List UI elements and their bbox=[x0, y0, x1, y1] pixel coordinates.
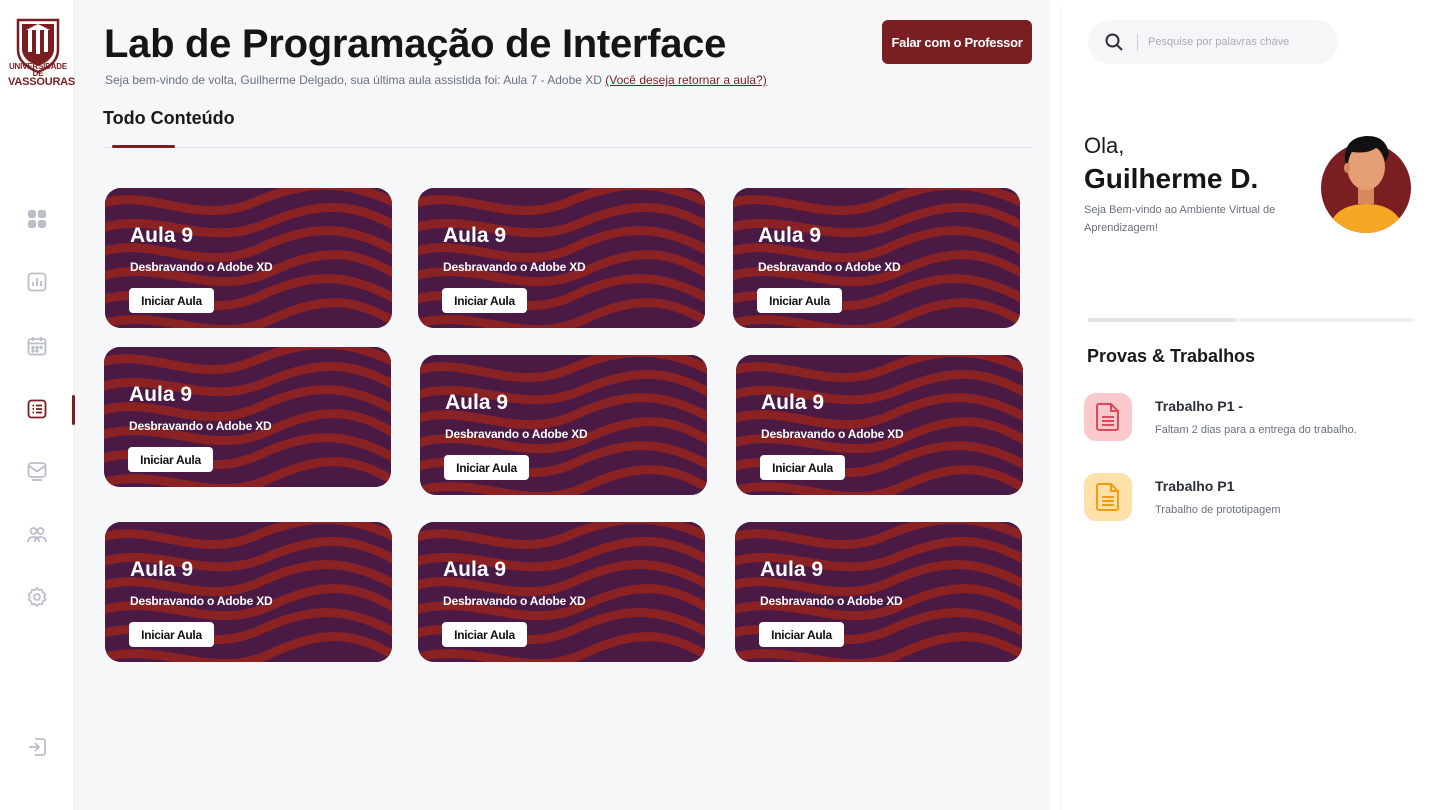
document-icon bbox=[1084, 393, 1132, 441]
task-item[interactable]: Trabalho P1 Trabalho de prototipagem bbox=[1084, 473, 1414, 523]
lesson-title: Aula 9 bbox=[130, 224, 194, 247]
start-lesson-button[interactable]: Iniciar Aula bbox=[444, 455, 529, 480]
logo-line2: VASSOURAS bbox=[8, 76, 76, 88]
lesson-title: Aula 9 bbox=[761, 391, 825, 414]
lesson-subtitle: Desbravando o Adobe XD bbox=[761, 427, 904, 441]
start-lesson-button[interactable]: Iniciar Aula bbox=[128, 447, 213, 472]
lesson-subtitle: Desbravando o Adobe XD bbox=[130, 260, 273, 274]
task-title: Trabalho P1 - bbox=[1155, 398, 1243, 414]
start-lesson-button[interactable]: Iniciar Aula bbox=[759, 622, 844, 647]
lesson-title: Aula 9 bbox=[443, 224, 507, 247]
lesson-card[interactable]: Aula 9 Desbravando o Adobe XD Iniciar Aula bbox=[420, 355, 707, 495]
list-icon[interactable] bbox=[25, 397, 49, 421]
tab-active-underline bbox=[112, 145, 175, 148]
avatar[interactable] bbox=[1320, 132, 1412, 234]
lesson-subtitle: Desbravando o Adobe XD bbox=[443, 594, 586, 608]
start-lesson-button[interactable]: Iniciar Aula bbox=[129, 288, 214, 313]
user-name: Guilherme D. bbox=[1084, 163, 1259, 194]
last-lesson-text: Seja bem-vindo de volta, Guilherme Delga… bbox=[105, 73, 602, 87]
search-input[interactable] bbox=[1148, 30, 1328, 54]
tab-all-content[interactable]: Todo Conteúdo bbox=[103, 108, 235, 129]
lesson-subtitle: Desbravando o Adobe XD bbox=[443, 260, 586, 274]
lesson-subtitle: Desbravando o Adobe XD bbox=[129, 419, 272, 433]
lesson-card[interactable]: Aula 9 Desbravando o Adobe XD Iniciar Aula bbox=[105, 522, 392, 662]
tab-divider bbox=[103, 147, 1032, 148]
lesson-title: Aula 9 bbox=[130, 558, 194, 581]
search-icon[interactable] bbox=[1104, 32, 1124, 52]
talk-to-teacher-button[interactable]: Falar com o Professor bbox=[882, 20, 1032, 64]
lesson-title: Aula 9 bbox=[445, 391, 509, 414]
calendar-icon[interactable] bbox=[25, 334, 49, 358]
start-lesson-button[interactable]: Iniciar Aula bbox=[442, 622, 527, 647]
lesson-card[interactable]: Aula 9 Desbravando o Adobe XD Iniciar Aula bbox=[418, 522, 705, 662]
lesson-card[interactable]: Aula 9 Desbravando o Adobe XD Iniciar Aula bbox=[104, 347, 391, 487]
lesson-card[interactable]: Aula 9 Desbravando o Adobe XD Iniciar Aula bbox=[418, 188, 705, 328]
lesson-card[interactable]: Aula 9 Desbravando o Adobe XD Iniciar Aula bbox=[735, 522, 1022, 662]
page-title: Lab de Programação de Interface bbox=[104, 22, 727, 66]
main-content: Lab de Programação de Interface Seja bem… bbox=[75, 0, 1050, 810]
settings-icon[interactable] bbox=[25, 585, 49, 609]
mail-icon[interactable] bbox=[25, 459, 49, 483]
document-icon bbox=[1084, 473, 1132, 521]
task-description: Trabalho de prototipagem bbox=[1155, 504, 1281, 516]
lesson-card[interactable]: Aula 9 Desbravando o Adobe XD Iniciar Aula bbox=[105, 188, 392, 328]
lesson-title: Aula 9 bbox=[760, 558, 824, 581]
tasks-title: Provas & Trabalhos bbox=[1087, 346, 1256, 366]
progress-bar bbox=[1088, 318, 1415, 322]
start-lesson-button[interactable]: Iniciar Aula bbox=[442, 288, 527, 313]
lesson-subtitle: Desbravando o Adobe XD bbox=[760, 594, 903, 608]
lesson-subtitle: Desbravando o Adobe XD bbox=[130, 594, 273, 608]
lesson-card[interactable]: Aula 9 Desbravando o Adobe XD Iniciar Aula bbox=[733, 188, 1020, 328]
search-bar[interactable] bbox=[1088, 20, 1338, 64]
progress-fill bbox=[1088, 318, 1236, 322]
welcome-back-text: Seja bem-vindo de volta, Guilherme Delga… bbox=[105, 73, 767, 87]
lesson-subtitle: Desbravando o Adobe XD bbox=[758, 260, 901, 274]
lesson-title: Aula 9 bbox=[129, 383, 193, 406]
lesson-title: Aula 9 bbox=[758, 224, 822, 247]
lesson-card[interactable]: Aula 9 Desbravando o Adobe XD Iniciar Aula bbox=[736, 355, 1023, 495]
sidebar: UNIVERSIDADE DE VASSOURAS bbox=[0, 0, 75, 810]
task-title: Trabalho P1 bbox=[1155, 478, 1235, 494]
logout-icon[interactable] bbox=[25, 735, 49, 759]
chart-icon[interactable] bbox=[25, 270, 49, 294]
start-lesson-button[interactable]: Iniciar Aula bbox=[757, 288, 842, 313]
welcome-message: Seja Bem-vindo ao Ambiente Virtual de Ap… bbox=[1084, 204, 1276, 234]
right-panel: Ola, Guilherme D. Seja Bem-vindo ao Ambi… bbox=[1060, 7, 1430, 810]
task-item[interactable]: Trabalho P1 - Faltam 2 dias para a entre… bbox=[1084, 393, 1414, 443]
users-icon[interactable] bbox=[25, 523, 49, 547]
start-lesson-button[interactable]: Iniciar Aula bbox=[129, 622, 214, 647]
logo-text: UNIVERSIDADE DE VASSOURAS bbox=[8, 63, 76, 88]
search-separator bbox=[1137, 34, 1138, 51]
return-lesson-link[interactable]: (Você deseja retornar a aula?) bbox=[605, 73, 766, 87]
lesson-title: Aula 9 bbox=[443, 558, 507, 581]
lesson-subtitle: Desbravando o Adobe XD bbox=[445, 427, 588, 441]
task-description: Faltam 2 dias para a entrega do trabalho… bbox=[1155, 424, 1357, 436]
start-lesson-button[interactable]: Iniciar Aula bbox=[760, 455, 845, 480]
greeting: Ola, bbox=[1084, 133, 1125, 158]
dashboard-icon[interactable] bbox=[25, 207, 49, 231]
